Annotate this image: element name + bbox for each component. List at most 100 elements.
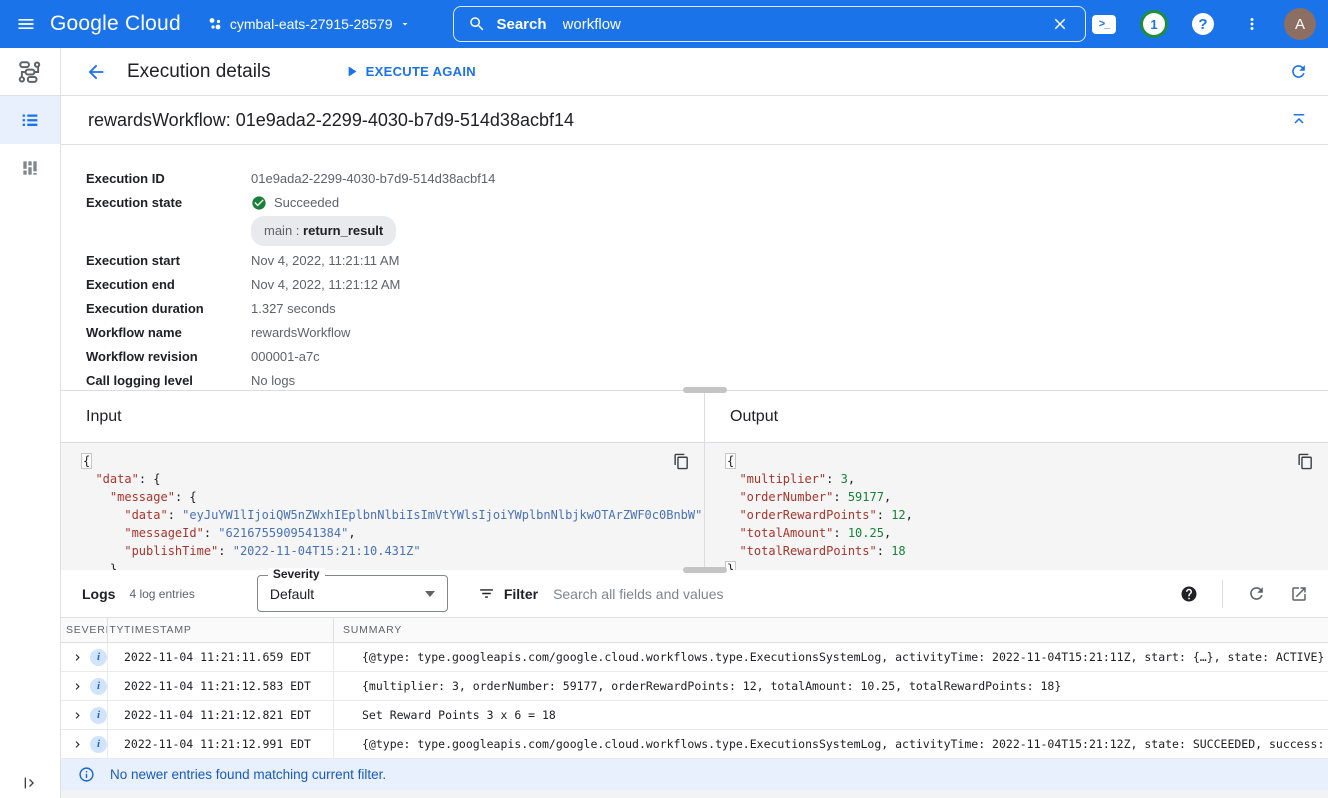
- severity-select-label: Severity: [268, 568, 325, 580]
- output-panel: Output { "multiplier": 3, "orderNumber":…: [705, 391, 1328, 570]
- collapse-section-button[interactable]: [1284, 105, 1314, 135]
- resize-handle[interactable]: [683, 387, 727, 393]
- refresh-button[interactable]: [1283, 56, 1314, 87]
- log-row-severity: i: [61, 649, 107, 666]
- chevron-right-icon[interactable]: [71, 709, 84, 722]
- detail-label-empty: [86, 215, 251, 249]
- detail-row: Workflow revision 000001-a7c: [86, 345, 1304, 369]
- cloud-shell-icon: >_: [1092, 15, 1116, 34]
- input-json: { "data": { "message": { "data": "eyJuYW…: [61, 443, 704, 570]
- filter-label: Filter: [504, 586, 538, 602]
- execute-again-label: EXECUTE AGAIN: [366, 64, 476, 79]
- logs-toolbar-actions: [1174, 578, 1314, 609]
- list-icon: [19, 109, 41, 131]
- info-icon: i: [90, 707, 107, 724]
- search-input[interactable]: [563, 16, 1045, 33]
- sidebar: [0, 48, 61, 798]
- logs-section: Logs 4 log entries Severity Default Filt…: [61, 570, 1328, 798]
- detail-row: Execution start Nov 4, 2022, 11:21:11 AM: [86, 249, 1304, 273]
- detail-row-execution-id: Execution ID 01e9ada2-2299-4030-b7d9-514…: [86, 167, 1304, 191]
- detail-value: 000001-a7c: [251, 345, 320, 369]
- project-picker[interactable]: cymbal-eats-27915-28579: [207, 16, 412, 32]
- step-chip[interactable]: main : return_result: [251, 216, 396, 246]
- google-cloud-logo[interactable]: Google Cloud: [50, 12, 181, 36]
- summary-text: Set Reward Points 3 x 6 = 18: [362, 708, 556, 722]
- chevron-right-icon[interactable]: [71, 738, 84, 751]
- more-vert-icon: [1243, 15, 1261, 33]
- gcp-console: Google Cloud cymbal-eats-27915-28579 Sea…: [0, 0, 1328, 798]
- scrollbar-track[interactable]: [61, 790, 1328, 798]
- detail-row-execution-state: Execution state Succeeded: [86, 191, 1304, 215]
- log-row[interactable]: i 2022-11-04 11:21:11.659 EDT {@type: ty…: [61, 643, 1328, 672]
- logs-count: 4 log entries: [129, 587, 194, 601]
- topbar-actions: >_ 1 ? A: [1086, 7, 1316, 41]
- timestamp-text: 2022-11-04 11:21:11.659 EDT: [124, 650, 311, 664]
- menu-button[interactable]: [10, 8, 42, 40]
- help-button[interactable]: ?: [1186, 7, 1220, 41]
- logs-toolbar: Logs 4 log entries Severity Default Filt…: [61, 570, 1328, 617]
- workflow-execution-title: rewardsWorkflow: 01e9ada2-2299-4030-b7d9…: [88, 110, 574, 131]
- info-icon: i: [90, 736, 107, 753]
- chip-step: return_result: [303, 223, 383, 238]
- clear-search-button[interactable]: [1045, 9, 1075, 39]
- sidebar-item-workflows[interactable]: [0, 48, 60, 96]
- detail-label: Execution start: [86, 249, 251, 273]
- logs-title: Logs: [82, 586, 115, 602]
- detail-value: Nov 4, 2022, 11:21:11 AM: [251, 249, 399, 273]
- summary-text: {@type: type.googleapis.com/google.cloud…: [362, 737, 1328, 751]
- output-code-area: { "multiplier": 3, "orderNumber": 59177,…: [705, 443, 1328, 570]
- output-title: Output: [705, 391, 1328, 443]
- state-text: Succeeded: [274, 191, 339, 215]
- copy-output-button[interactable]: [1297, 453, 1314, 473]
- severity-select[interactable]: Severity Default: [257, 575, 448, 612]
- timestamp-text: 2022-11-04 11:21:12.821 EDT: [124, 708, 311, 722]
- title-bar: rewardsWorkflow: 01e9ada2-2299-4030-b7d9…: [61, 96, 1328, 145]
- dropdown-arrow-icon: [425, 591, 435, 597]
- log-row[interactable]: i 2022-11-04 11:21:12.583 EDT {multiplie…: [61, 672, 1328, 701]
- log-row-severity: i: [61, 736, 107, 753]
- log-row-severity: i: [61, 707, 107, 724]
- sidebar-item-metrics[interactable]: [0, 144, 60, 192]
- log-row-severity: i: [61, 678, 107, 695]
- log-row[interactable]: i 2022-11-04 11:21:12.821 EDT Set Reward…: [61, 701, 1328, 730]
- input-code-area: { "data": { "message": { "data": "eyJuYW…: [61, 443, 704, 570]
- help-icon: [1180, 585, 1198, 603]
- filter-icon: [478, 585, 495, 602]
- detail-row: Execution duration 1.327 seconds: [86, 297, 1304, 321]
- resize-handle[interactable]: [683, 567, 727, 573]
- play-icon: [343, 63, 360, 80]
- project-icon: [207, 16, 223, 32]
- open-in-new-button[interactable]: [1284, 579, 1314, 609]
- sidebar-item-executions[interactable]: [0, 96, 60, 144]
- search-label: Search: [496, 16, 546, 33]
- input-output-section: Input { "data": { "message": { "data": "…: [61, 390, 1328, 570]
- logs-help-button[interactable]: [1174, 579, 1204, 609]
- log-filter-input[interactable]: [553, 586, 1174, 602]
- notifications-badge[interactable]: 1: [1143, 13, 1165, 35]
- info-icon: [78, 766, 95, 783]
- copy-icon: [673, 453, 690, 470]
- page-title: Execution details: [127, 61, 271, 83]
- expand-panel-button[interactable]: [0, 768, 60, 798]
- copy-input-button[interactable]: [673, 453, 690, 473]
- page-header: Execution details EXECUTE AGAIN: [61, 48, 1328, 96]
- info-icon: i: [90, 678, 107, 695]
- output-json: { "multiplier": 3, "orderNumber": 59177,…: [705, 443, 1328, 570]
- cloud-shell-button[interactable]: >_: [1086, 9, 1122, 40]
- log-row-summary: {@type: type.googleapis.com/google.cloud…: [333, 730, 1328, 758]
- search-bar[interactable]: Search: [453, 6, 1086, 42]
- chevron-right-icon[interactable]: [71, 651, 84, 664]
- chevron-right-icon[interactable]: [71, 680, 84, 693]
- avatar[interactable]: A: [1284, 8, 1316, 40]
- refresh-icon: [1289, 62, 1308, 81]
- back-arrow-icon: [85, 61, 107, 83]
- more-menu-button[interactable]: [1237, 9, 1267, 39]
- detail-label: Workflow name: [86, 321, 251, 345]
- execute-again-button[interactable]: EXECUTE AGAIN: [343, 63, 476, 80]
- refresh-logs-button[interactable]: [1241, 578, 1272, 609]
- column-header-summary: SUMMARY: [333, 618, 1328, 642]
- log-row-summary: {@type: type.googleapis.com/google.cloud…: [333, 643, 1328, 671]
- back-button[interactable]: [79, 55, 113, 89]
- summary-text: {multiplier: 3, orderNumber: 59177, orde…: [362, 679, 1061, 693]
- log-row[interactable]: i 2022-11-04 11:21:12.991 EDT {@type: ty…: [61, 730, 1328, 759]
